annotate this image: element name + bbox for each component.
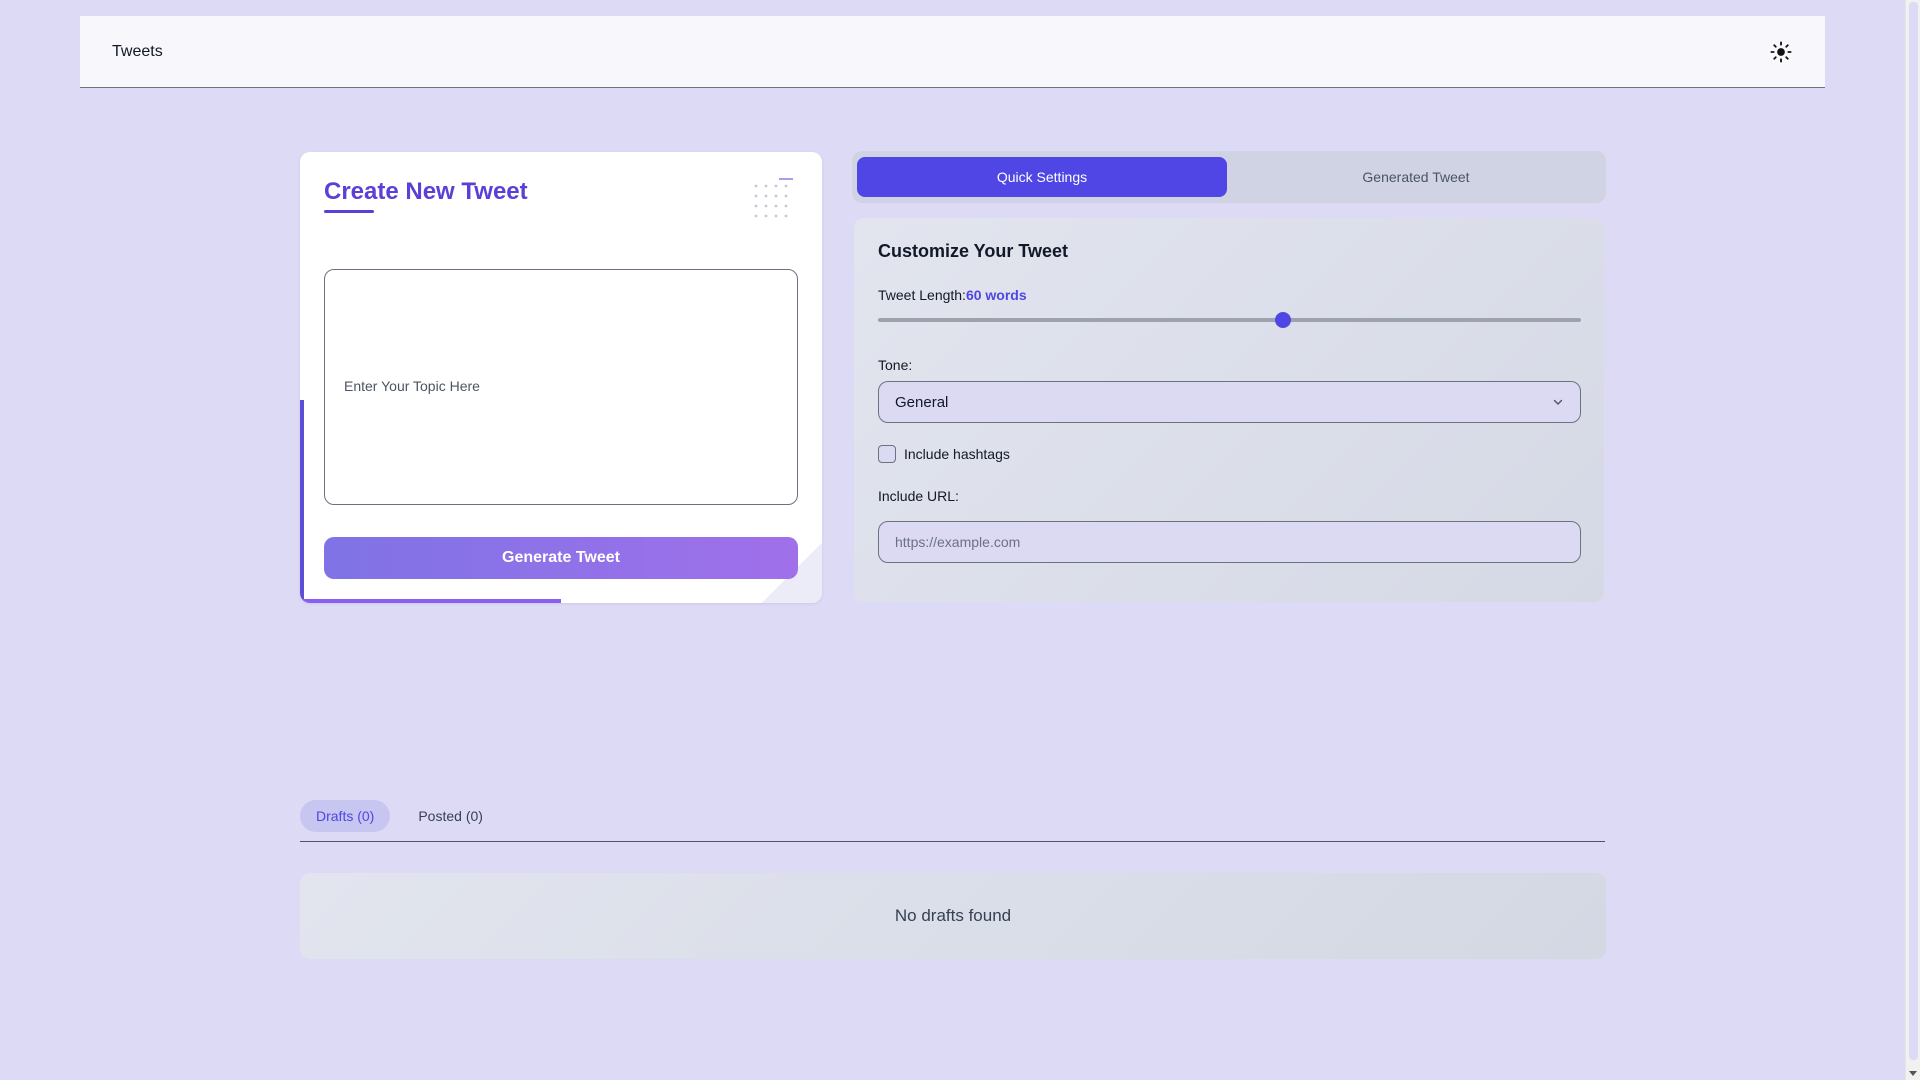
- sun-icon[interactable]: [1769, 40, 1793, 64]
- page-scrollbar[interactable]: [1905, 0, 1920, 1080]
- top-header: Tweets: [80, 16, 1825, 88]
- brand-title[interactable]: Tweets: [112, 43, 163, 61]
- card-accent-left: [300, 400, 304, 603]
- slider-thumb[interactable]: [1274, 312, 1291, 328]
- tab-generated-tweet[interactable]: Generated Tweet: [1231, 157, 1601, 197]
- customize-heading: Customize Your Tweet: [878, 241, 1069, 261]
- card-accent-bottom: [300, 599, 561, 603]
- title-underline: [324, 210, 374, 213]
- tweet-length-value: 60 words: [965, 287, 1027, 303]
- generate-tweet-button[interactable]: Generate Tweet: [324, 537, 798, 579]
- scrollbar-thumb[interactable]: [1909, 2, 1918, 1060]
- scroll-down-arrow-icon[interactable]: [1909, 1071, 1917, 1076]
- settings-tab-bar: Quick Settings Generated Tweet: [852, 151, 1606, 203]
- topic-input[interactable]: [324, 269, 798, 505]
- tone-select[interactable]: General: [878, 381, 1581, 423]
- tab-quick-settings[interactable]: Quick Settings: [857, 157, 1227, 197]
- dot-grid-icon: [754, 178, 793, 218]
- chevron-down-icon: [1553, 399, 1563, 405]
- tone-selected-value: General: [895, 393, 949, 411]
- include-url-label: Include URL:: [878, 488, 959, 504]
- tweet-length-label: Tweet Length:60 words: [878, 287, 1027, 303]
- empty-message: No drafts found: [894, 906, 1012, 925]
- create-tweet-card: Create New Tweet Generate Tweet: [300, 152, 822, 603]
- customize-panel: Customize Your Tweet Tweet Length:60 wor…: [854, 218, 1604, 602]
- tweet-length-slider[interactable]: [878, 312, 1581, 328]
- create-tweet-title: Create New Tweet: [324, 178, 528, 205]
- tone-label: Tone:: [878, 357, 913, 373]
- include-hashtags-option[interactable]: Include hashtags: [878, 445, 1010, 463]
- include-hashtags-label: Include hashtags: [904, 446, 1010, 462]
- tweet-length-label-text: Tweet Length:: [878, 287, 966, 303]
- tab-drafts[interactable]: Drafts (0): [300, 800, 391, 832]
- drafts-empty-state: No drafts found: [300, 873, 1606, 959]
- slider-track[interactable]: [878, 318, 1581, 322]
- url-input[interactable]: [878, 521, 1581, 563]
- drafts-tab-bar: Drafts (0) Posted (0): [300, 800, 1605, 842]
- tab-posted[interactable]: Posted (0): [402, 800, 499, 832]
- include-hashtags-checkbox[interactable]: [878, 445, 896, 463]
